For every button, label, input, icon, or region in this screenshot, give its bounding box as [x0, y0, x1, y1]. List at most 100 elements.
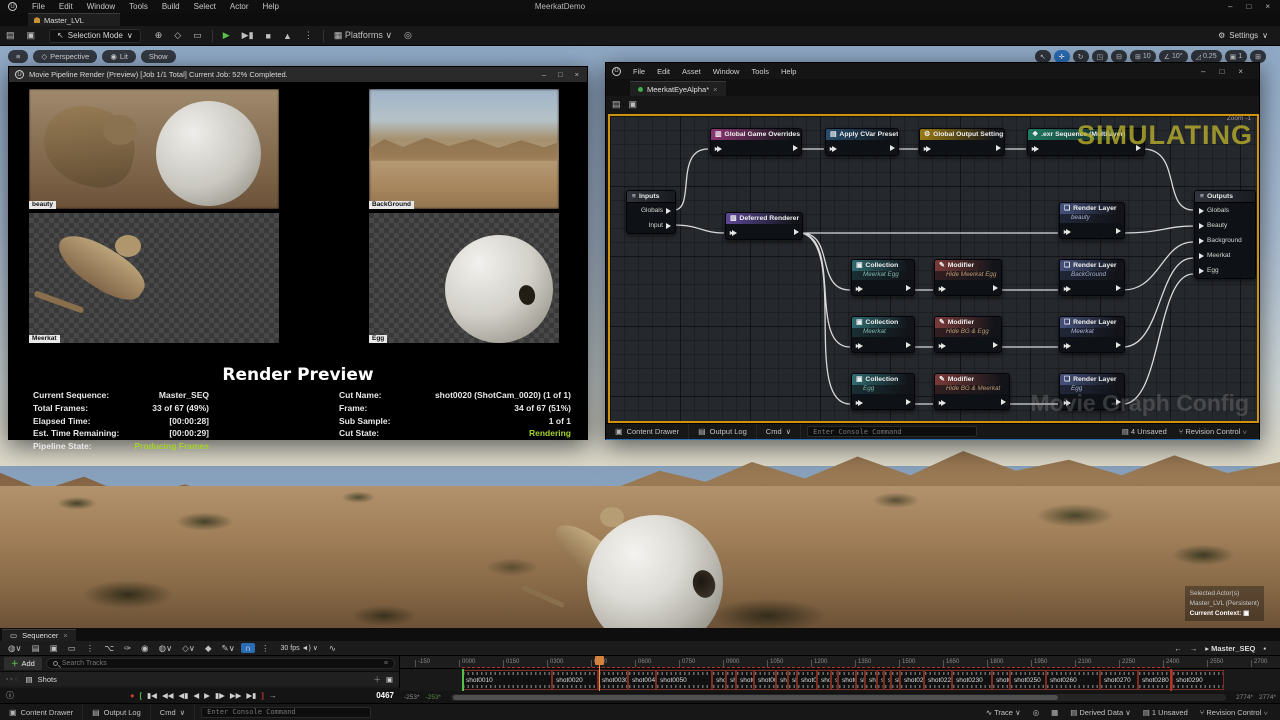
options-dots-icon[interactable]: ⋮	[82, 643, 99, 654]
node-modifier-hide-bg-egg[interactable]: ✎ModifierHide BG & Egg	[934, 316, 1002, 353]
node-render-layer-background[interactable]: ❏Render LayerBackGround	[1059, 259, 1125, 296]
input-pin[interactable]	[1063, 222, 1071, 240]
input-pin[interactable]	[729, 223, 737, 241]
add-section-icon[interactable]: ＋	[373, 674, 381, 685]
timeline-scrollbar[interactable]	[451, 694, 1226, 701]
input-pin[interactable]	[938, 393, 946, 411]
maximize-button[interactable]: □	[1246, 2, 1251, 11]
skip-button[interactable]: ▶▮	[236, 30, 260, 41]
node-outputs-pin-meerkat[interactable]: Meerkat	[1195, 248, 1255, 263]
autokey-icon[interactable]: ◆	[201, 643, 216, 654]
current-frame-field[interactable]: 0467	[376, 691, 394, 700]
console-command-input[interactable]	[807, 426, 977, 437]
close-button[interactable]: ×	[1238, 67, 1243, 76]
shot-clip-shot0150[interactable]: shot0150	[838, 670, 856, 690]
shot-clip-shot0050[interactable]: shot0050	[656, 670, 712, 690]
output-log-button[interactable]: ▤Output Log	[83, 704, 151, 720]
to-front-button[interactable]: ▮◀	[147, 691, 157, 700]
node-render-layer-meerkat[interactable]: ❏Render LayerMeerkat	[1059, 316, 1125, 353]
curve-channels-toggle[interactable]: ∩	[241, 643, 255, 653]
console-command-input[interactable]	[201, 707, 371, 718]
output-pin[interactable]	[993, 342, 998, 348]
shot-clip-shot0160[interactable]: shot0160	[856, 670, 865, 690]
more-dots-icon[interactable]: ⋮	[257, 643, 274, 654]
input-pin[interactable]	[938, 279, 946, 297]
shot-clip-shot0030[interactable]: shot0030	[598, 670, 628, 690]
selection-mode-dropdown[interactable]: ↖ Selection Mode ∨	[49, 29, 141, 43]
shot-clip-shot0170[interactable]: shot0170	[865, 670, 877, 690]
menu-item-asset[interactable]: Asset	[676, 67, 707, 76]
content-browser-icon[interactable]: ▣	[21, 30, 42, 41]
shot-clip-shot0200[interactable]: shot0200	[891, 670, 900, 690]
input-pin[interactable]	[1031, 139, 1039, 157]
to-end-button[interactable]: ▶▮	[246, 691, 256, 700]
tab-meerkateyealpha[interactable]: MeerkatEyeAlpha* ×	[630, 81, 726, 96]
menu-item-tools[interactable]: Tools	[745, 67, 775, 76]
output-pin[interactable]	[1116, 342, 1121, 348]
input-pin[interactable]	[855, 279, 863, 297]
show-dropdown[interactable]: Show	[141, 50, 176, 63]
shot-clip-shot0110[interactable]: shot0110	[788, 670, 797, 690]
save-icon[interactable]: ▤	[0, 30, 21, 41]
input-pin[interactable]	[829, 139, 837, 157]
search-tracks-input[interactable]: Search Tracks ≡	[46, 658, 395, 669]
tab-close-icon[interactable]: ×	[713, 85, 717, 94]
view-range-end[interactable]: 2774*	[1259, 694, 1276, 701]
settings-dropdown[interactable]: ⚙ Settings ∨	[1218, 31, 1268, 40]
shot-clip-shot0290[interactable]: shot0290	[1172, 670, 1224, 690]
add-track-button[interactable]: ＋ Add	[4, 657, 42, 670]
output-log-button[interactable]: ▤Output Log	[689, 424, 757, 439]
shot-clip-shot0210[interactable]: shot0210	[900, 670, 924, 690]
shot-clip-shot0250[interactable]: shot0250	[1010, 670, 1046, 690]
sequence-breadcrumb[interactable]: ▸ Master_SEQ	[1205, 644, 1255, 653]
shot-clip-shot0270[interactable]: shot0270	[1100, 670, 1138, 690]
output-pin[interactable]	[993, 285, 998, 291]
play-button[interactable]: ▶	[217, 30, 236, 41]
node-render-layer-beauty[interactable]: ❏Render Layerbeauty	[1059, 202, 1125, 239]
graph-window-titlebar[interactable]: U FileEditAssetWindowToolsHelp – □ ×	[606, 63, 1259, 79]
output-pin[interactable]	[996, 145, 1001, 151]
cinematics-icon[interactable]: ▭	[187, 30, 208, 41]
browse-icon[interactable]: ▣	[46, 643, 62, 654]
stop-button[interactable]: ■	[260, 31, 277, 41]
shot-clip-shot0260[interactable]: shot0260	[1046, 670, 1100, 690]
node-apply-cvar-preset[interactable]: ▤Apply CVar Preset	[825, 128, 899, 156]
keyframe-options-icon[interactable]: ◇∨	[178, 643, 199, 654]
menu-item-help[interactable]: Help	[775, 67, 802, 76]
revision-control-dropdown[interactable]: ⑂ Revision Control ∨	[1200, 708, 1268, 717]
derived-data-dropdown[interactable]: ▤ Derived Data ∨	[1070, 708, 1131, 717]
graph-canvas[interactable]: ▥Global Game Overrides▤Apply CVar Preset…	[608, 114, 1259, 423]
input-pin[interactable]	[855, 393, 863, 411]
nav-fwd-icon[interactable]: →	[1190, 644, 1198, 653]
tab-sequencer[interactable]: ▭ Sequencer ×	[2, 629, 76, 641]
cmd-dropdown[interactable]: Cmd ∨	[757, 424, 801, 439]
view-range-start[interactable]: -253*	[404, 694, 420, 701]
blueprints-icon[interactable]: ◇	[168, 30, 187, 41]
shot-clip-shot0100[interactable]: shot0100	[776, 670, 788, 690]
node-collection-meerkat[interactable]: ▣CollectionMeerkat	[851, 316, 915, 353]
shot-clip-shot0240[interactable]: shot0240	[992, 670, 1010, 690]
device-icon[interactable]: ◎	[398, 30, 418, 41]
jump-back-button[interactable]: ◀◀	[162, 691, 174, 700]
content-drawer-button[interactable]: ▣Content Drawer	[606, 424, 689, 439]
tab-close-icon[interactable]: ×	[63, 631, 67, 640]
render-movie-icon[interactable]: ▭	[64, 643, 80, 654]
input-pin[interactable]	[1063, 336, 1071, 354]
save-icon[interactable]: ▤	[612, 99, 621, 110]
output-pin[interactable]	[1116, 285, 1121, 291]
perspective-dropdown[interactable]: ◇ Perspective	[33, 50, 97, 63]
tab-master-lvl[interactable]: Master_LVL	[28, 13, 120, 26]
node-inputs-pin-globals[interactable]: Globals	[627, 203, 675, 218]
hierarchy-icon[interactable]: ⌥	[100, 643, 118, 654]
playback-options-icon[interactable]: ◍∨	[155, 643, 177, 654]
input-pin[interactable]	[714, 139, 722, 157]
node-outputs[interactable]: ≡OutputsGlobalsBeautyBackgroundMeerkatEg…	[1194, 190, 1256, 279]
fps-dropdown[interactable]: 30 fps ◄) ∨	[276, 644, 323, 652]
shot-clip-shot0060[interactable]: shot0060	[712, 670, 726, 690]
output-pin[interactable]	[906, 285, 911, 291]
set-end-button[interactable]: ]	[261, 691, 264, 700]
content-drawer-button[interactable]: ▣Content Drawer	[0, 704, 83, 720]
unsaved-badge[interactable]: ▤ 4 Unsaved	[1122, 427, 1167, 436]
play-button[interactable]: ▶	[204, 691, 210, 700]
play-options-icon[interactable]: ⋮	[298, 30, 319, 41]
